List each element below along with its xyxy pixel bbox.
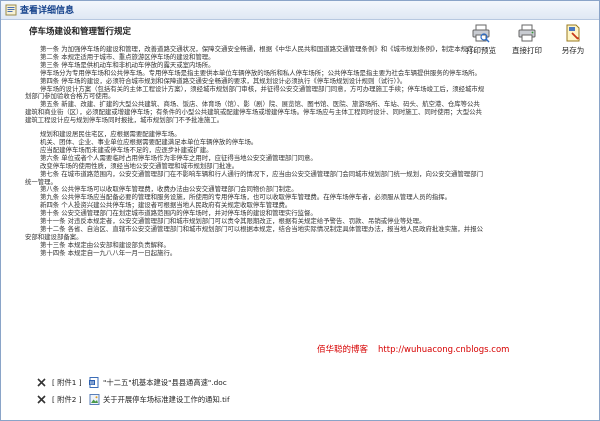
image-file-icon bbox=[89, 394, 100, 405]
paragraph: 第十二条 各省、自治区、直辖市公安交通管理部门和城市规划部门可以根据本规定，结合… bbox=[25, 224, 483, 241]
watermark-author: 佰华聪的博客 bbox=[317, 345, 369, 355]
attachment-list: [ 附件1 ] W "十二五"机基本建设"县县通高速".doc [ 附件2 ] … bbox=[37, 377, 437, 408]
window-title: 查看详细信息 bbox=[20, 6, 75, 16]
printer-icon bbox=[518, 24, 536, 42]
word-doc-icon: W bbox=[89, 377, 99, 388]
delete-attachment-icon[interactable] bbox=[37, 378, 46, 387]
document-title: 停车场建设和管理暂行规定 bbox=[29, 27, 132, 37]
save-as-button[interactable]: 另存为 bbox=[553, 21, 593, 61]
delete-attachment-icon[interactable] bbox=[37, 395, 46, 404]
detail-window: 查看详细信息 打印预览 直接打印 另存为 停车场建设和管理暂行规定 第一条 为加… bbox=[0, 0, 600, 421]
direct-print-button[interactable]: 直接打印 bbox=[507, 21, 547, 61]
attachment-link[interactable]: "十二五"机基本建设"县县通高速".doc bbox=[103, 378, 227, 388]
svg-text:W: W bbox=[90, 380, 95, 386]
blog-watermark: 佰华聪的博客 http://wuhuacong.cnblogs.com bbox=[317, 343, 509, 355]
direct-print-label: 直接打印 bbox=[512, 46, 542, 55]
attachment-tag: [ 附件2 ] bbox=[52, 395, 82, 404]
paragraph: 第五条 新建、改建、扩建的大型公共建筑、商场、饭店、体育场（馆）、影（剧）院、展… bbox=[25, 100, 482, 125]
paragraph: 第十四条 本规定自一九八八年一月一日起施行。 bbox=[40, 248, 177, 257]
attachment-row: [ 附件1 ] W "十二五"机基本建设"县县通高速".doc bbox=[37, 377, 437, 391]
title-bar: 查看详细信息 bbox=[1, 1, 599, 20]
paragraph: 停车场的设计方案（包括有关的主体工程设计方案），须经城市规划部门审核，并征得公安… bbox=[25, 84, 485, 101]
watermark-url: http://wuhuacong.cnblogs.com bbox=[378, 345, 510, 355]
attachment-tag: [ 附件1 ] bbox=[52, 378, 82, 387]
attachment-row: [ 附件2 ] 关于开展停车场标准建设工作的通知.tif bbox=[37, 394, 437, 408]
save-as-label: 另存为 bbox=[561, 46, 585, 55]
attachment-link[interactable]: 关于开展停车场标准建设工作的通知.tif bbox=[103, 395, 230, 405]
window-icon bbox=[5, 4, 17, 16]
save-as-icon bbox=[566, 24, 580, 42]
document-content: 停车场建设和管理暂行规定 第一条 为加强停车场的建设和管理，改善道路交通状况，保… bbox=[25, 25, 485, 370]
